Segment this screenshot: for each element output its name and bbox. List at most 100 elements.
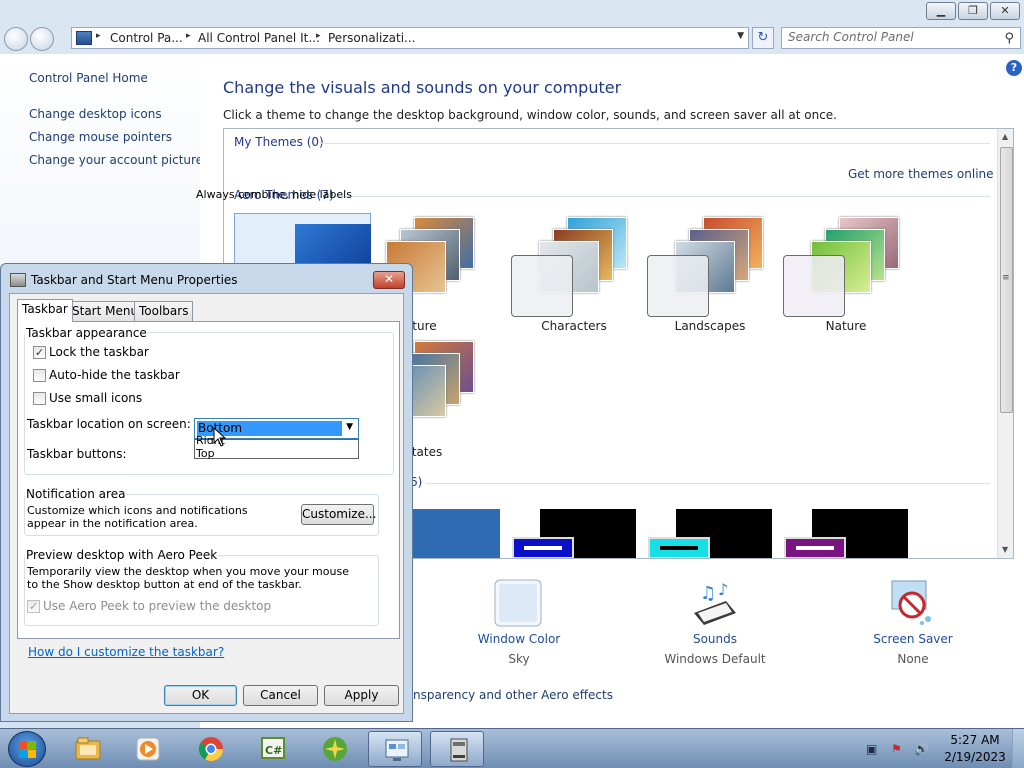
customize-help-link[interactable]: How do I customize the taskbar?: [28, 645, 224, 659]
media-center-icon: [323, 737, 347, 761]
taskbar-app-explorer[interactable]: [60, 731, 114, 767]
sounds-icon[interactable]: ♫ ♪: [690, 579, 740, 629]
window-color-icon[interactable]: [494, 579, 544, 629]
dialog-close-button[interactable]: ✕: [373, 271, 405, 289]
csharp-icon: C#: [261, 737, 285, 759]
taskbar-app-media-player[interactable]: [120, 731, 174, 767]
close-button[interactable]: ✕: [990, 2, 1020, 20]
clock-date[interactable]: 2/19/2023: [944, 750, 1006, 764]
scroll-down-arrow[interactable]: ▼: [1002, 545, 1008, 554]
sidebar-link-account-picture[interactable]: Change your account picture: [29, 153, 203, 167]
tab-page-taskbar: Taskbar appearance ✓ Lock the taskbar Au…: [17, 321, 400, 639]
ok-button[interactable]: OK: [164, 685, 237, 706]
windows-taskbar: C# ▣ ⚑ 🔊 5:27 AM 2/19/2023: [0, 728, 1024, 768]
aero-peek-group: Preview desktop with Aero Peek Temporari…: [24, 548, 379, 626]
tab-toolbars[interactable]: Toolbars: [134, 301, 194, 322]
theme-high-contrast-black[interactable]: [784, 509, 908, 558]
sidebar-link-mouse-pointers[interactable]: Change mouse pointers: [29, 130, 172, 144]
theme-nature[interactable]: [783, 217, 913, 329]
lock-taskbar-checkbox[interactable]: ✓: [33, 346, 46, 359]
screen-saver-icon[interactable]: [888, 579, 938, 629]
apply-button[interactable]: Apply: [324, 685, 399, 706]
tab-taskbar[interactable]: Taskbar: [17, 299, 73, 322]
cancel-button[interactable]: Cancel: [243, 685, 318, 706]
theme-high-contrast-2[interactable]: [648, 509, 772, 558]
svg-text:C#: C#: [265, 744, 282, 757]
taskbar-app-chrome[interactable]: [183, 731, 237, 767]
search-input[interactable]: [788, 30, 988, 44]
breadcrumb-separator[interactable]: ▸: [186, 31, 191, 41]
buttons-label: Taskbar buttons:: [27, 447, 127, 461]
windows-logo-part: [19, 741, 27, 749]
start-button[interactable]: [8, 731, 46, 767]
network-icon[interactable]: ▣: [866, 742, 877, 756]
sidebar-link-desktop-icons[interactable]: Change desktop icons: [29, 107, 162, 121]
tab-start-menu[interactable]: Start Menu: [67, 301, 144, 322]
back-button[interactable]: [4, 27, 28, 51]
screen-saver-link[interactable]: Screen Saver: [833, 632, 993, 646]
chevron-down-icon[interactable]: ▼: [346, 422, 353, 432]
taskbar-properties-icon: [10, 273, 26, 287]
page-title: Change the visuals and sounds on your co…: [223, 78, 622, 97]
chevron-down-icon[interactable]: ▼: [737, 31, 744, 41]
aero-peek-title: Preview desktop with Aero Peek: [25, 548, 219, 562]
forward-button[interactable]: [30, 27, 54, 51]
taskbar-app-media-center[interactable]: [307, 731, 361, 767]
theme-basic[interactable]: [404, 509, 500, 558]
taskbar-app-taskbar-properties[interactable]: [430, 731, 484, 767]
theme-bar: [660, 546, 698, 550]
breadcrumb-personalization[interactable]: Personalizati...: [328, 31, 415, 45]
aero-peek-checkbox: ✓: [27, 600, 40, 613]
theme-nature-label[interactable]: Nature: [776, 319, 916, 333]
get-more-themes-link[interactable]: Get more themes online: [848, 167, 994, 181]
action-center-icon[interactable]: ⚑: [891, 742, 902, 756]
aero-effects-link[interactable]: nsparency and other Aero effects: [413, 688, 613, 702]
notification-area-title: Notification area: [25, 487, 127, 501]
help-icon[interactable]: ?: [1006, 60, 1022, 76]
scroll-up-arrow[interactable]: ▲: [1002, 132, 1008, 141]
mouse-cursor-icon: [213, 427, 227, 447]
control-panel-icon: [76, 31, 92, 45]
clock-time[interactable]: 5:27 AM: [946, 733, 1004, 747]
small-icons-checkbox[interactable]: [33, 392, 46, 405]
sounds-value: Windows Default: [664, 652, 766, 666]
refresh-button[interactable]: ↻: [752, 27, 774, 49]
breadcrumb-separator[interactable]: ▸: [316, 31, 321, 41]
theme-high-contrast-1[interactable]: [512, 509, 636, 558]
breadcrumb-all-items[interactable]: All Control Panel It...: [198, 31, 320, 45]
sidebar-link-home[interactable]: Control Panel Home: [29, 71, 148, 85]
theme-characters[interactable]: [511, 217, 641, 329]
volume-icon[interactable]: 🔊: [914, 742, 929, 756]
customize-button[interactable]: Customize...: [301, 504, 376, 525]
buttons-combo-partial[interactable]: Always combine, hide labels: [196, 188, 359, 200]
theme-card: [512, 537, 574, 558]
show-desktop-button[interactable]: [1012, 729, 1024, 768]
auto-hide-checkbox[interactable]: [33, 369, 46, 382]
page-subtitle: Click a theme to change the desktop back…: [223, 108, 837, 122]
maximize-button[interactable]: ❐: [958, 2, 988, 20]
small-icons-label[interactable]: Use small icons: [49, 391, 142, 405]
theme-front-card: [647, 255, 709, 317]
auto-hide-label[interactable]: Auto-hide the taskbar: [49, 368, 180, 382]
theme-front-card: [511, 255, 573, 317]
breadcrumb-control-panel[interactable]: Control Pa...: [110, 31, 183, 45]
theme-card: [648, 537, 710, 558]
theme-landscapes[interactable]: [647, 217, 777, 329]
media-player-icon: [136, 737, 160, 761]
minimize-button[interactable]: ▁: [926, 2, 956, 20]
search-icon[interactable]: ⚲: [1004, 31, 1014, 46]
themes-scrollbar[interactable]: ▲ ≡ ▼: [997, 129, 1013, 558]
taskbar-app-control-panel[interactable]: [368, 731, 422, 767]
sounds-link[interactable]: Sounds: [635, 632, 795, 646]
address-box[interactable]: ▸ Control Pa... ▸ All Control Panel It..…: [71, 27, 749, 49]
lock-taskbar-label[interactable]: Lock the taskbar: [49, 345, 149, 359]
theme-bar: [796, 546, 834, 550]
theme-characters-label[interactable]: Characters: [504, 319, 644, 333]
window-color-link[interactable]: Window Color: [439, 632, 599, 646]
theme-landscapes-label[interactable]: Landscapes: [640, 319, 780, 333]
scroll-grip: ≡: [1002, 273, 1010, 283]
taskbar-app-csharp[interactable]: C#: [245, 731, 299, 767]
breadcrumb-separator[interactable]: ▸: [96, 31, 101, 41]
search-box[interactable]: ⚲: [781, 27, 1021, 49]
location-option-top[interactable]: Top: [196, 447, 215, 460]
